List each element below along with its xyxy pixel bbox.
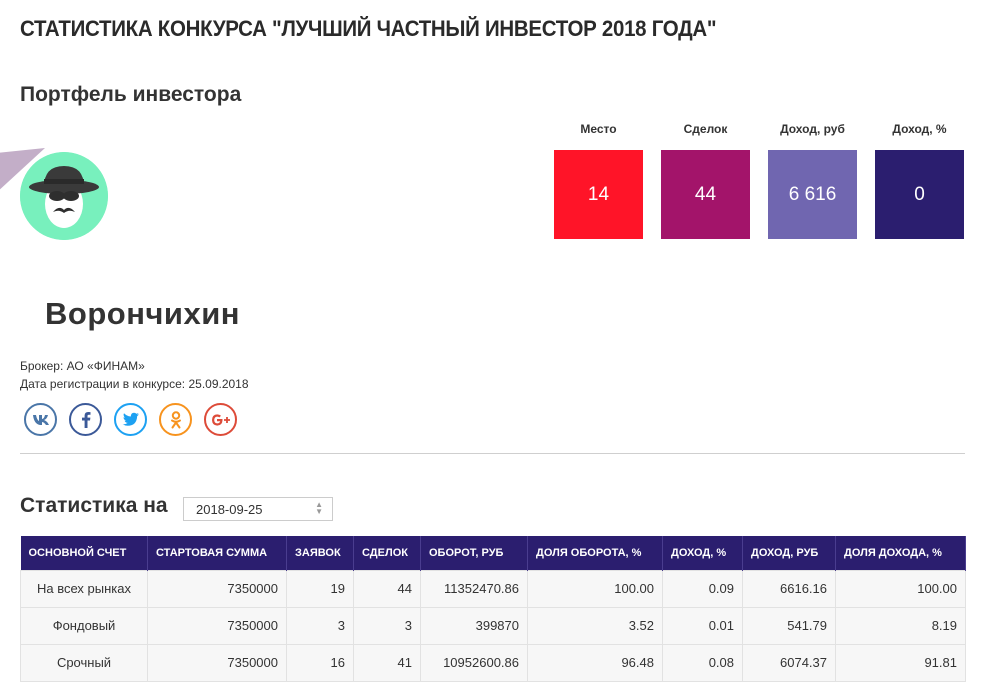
incognito-avatar-icon <box>20 152 108 240</box>
table-row: На всех рынках 7350000 19 44 11352470.86… <box>20 569 966 608</box>
summary-header-income-pct: Доход, % <box>892 122 947 136</box>
section-divider <box>20 453 965 454</box>
column-header: ДОХОД, РУБ <box>742 536 836 570</box>
twitter-icon <box>122 412 139 426</box>
summary-box-income-pct: 0 <box>875 150 964 239</box>
column-header: ЗАЯВОК <box>286 536 354 570</box>
table-cell: 11352470.86 <box>420 569 528 608</box>
table-cell: 0.01 <box>662 606 743 645</box>
table-header-row: ОСНОВНОЙ СЧЕТ СТАРТОВАЯ СУММА ЗАЯВОК СДЕ… <box>20 536 966 570</box>
table-row: Фондовый 7350000 3 3 399870 3.52 0.01 54… <box>20 606 966 645</box>
table-cell: 44 <box>353 569 421 608</box>
odnoklassniki-icon <box>170 410 181 428</box>
summary-box-income-rub: 6 616 <box>768 150 857 239</box>
summary-box-place: 14 <box>554 150 643 239</box>
avatar <box>20 152 108 240</box>
table-cell: 10952600.86 <box>420 643 528 682</box>
stats-table: ОСНОВНОЙ СЧЕТ СТАРТОВАЯ СУММА ЗАЯВОК СДЕ… <box>20 536 966 682</box>
column-header: ДОЛЯ ДОХОДА, % <box>835 536 966 570</box>
broker-value: АО «ФИНАМ» <box>66 359 145 373</box>
table-cell: 7350000 <box>147 569 287 608</box>
google-plus-share-button[interactable] <box>204 403 237 436</box>
column-header: ДОЛЯ ОБОРОТА, % <box>527 536 663 570</box>
table-cell: 541.79 <box>742 606 836 645</box>
stats-date-value: 2018-09-25 <box>196 501 263 517</box>
table-cell: 3.52 <box>527 606 663 645</box>
summary-header-place: Место <box>580 122 617 136</box>
table-cell: 7350000 <box>147 606 287 645</box>
table-cell: 6616.16 <box>742 569 836 608</box>
summary-header-deals: Сделок <box>683 122 728 136</box>
summary-headers: Место Сделок Доход, руб Доход, % <box>554 122 964 138</box>
table-cell: 100.00 <box>527 569 663 608</box>
table-cell: 19 <box>286 569 354 608</box>
investor-name: Ворончихин <box>45 296 240 331</box>
table-cell: 100.00 <box>835 569 966 608</box>
table-cell: 0.08 <box>662 643 743 682</box>
stats-date-label: Статистика на <box>20 494 168 517</box>
table-cell: 16 <box>286 643 354 682</box>
table-cell: 96.48 <box>527 643 663 682</box>
table-cell: 399870 <box>420 606 528 645</box>
vk-share-button[interactable] <box>24 403 57 436</box>
twitter-share-button[interactable] <box>114 403 147 436</box>
section-title: Портфель инвестора <box>20 83 242 106</box>
table-cell: 3 <box>353 606 421 645</box>
facebook-icon <box>81 412 90 428</box>
google-plus-icon <box>211 413 230 426</box>
vk-icon <box>32 414 49 425</box>
stepper-arrows-icon[interactable]: ▲ ▼ <box>315 501 323 516</box>
summary-header-income-rub: Доход, руб <box>780 122 845 136</box>
table-cell: На всех рынках <box>20 569 148 608</box>
table-cell: 7350000 <box>147 643 287 682</box>
odnoklassniki-share-button[interactable] <box>159 403 192 436</box>
table-cell: 3 <box>286 606 354 645</box>
table-cell: 8.19 <box>835 606 966 645</box>
table-cell: 91.81 <box>835 643 966 682</box>
table-cell: Срочный <box>20 643 148 682</box>
facebook-share-button[interactable] <box>69 403 102 436</box>
table-cell: 6074.37 <box>742 643 836 682</box>
table-cell: 0.09 <box>662 569 743 608</box>
summary-box-deals: 44 <box>661 150 750 239</box>
column-header: СТАРТОВАЯ СУММА <box>147 536 287 570</box>
page-title: СТАТИСТИКА КОНКУРСА "ЛУЧШИЙ ЧАСТНЫЙ ИНВЕ… <box>20 16 717 41</box>
column-header: ДОХОД, % <box>662 536 743 570</box>
table-cell: 41 <box>353 643 421 682</box>
column-header: ОБОРОТ, РУБ <box>420 536 528 570</box>
registration-label: Дата регистрации в конкурсе: <box>20 377 186 391</box>
registration-line: Дата регистрации в конкурсе: 25.09.2018 <box>20 377 249 391</box>
registration-date: 25.09.2018 <box>188 377 249 391</box>
stats-date-select[interactable]: 2018-09-25 ▲ ▼ <box>183 497 333 521</box>
column-header: ОСНОВНОЙ СЧЕТ <box>20 536 148 570</box>
table-cell: Фондовый <box>20 606 148 645</box>
table-row: Срочный 7350000 16 41 10952600.86 96.48 … <box>20 643 966 682</box>
broker-label: Брокер: <box>20 359 64 373</box>
broker-line: Брокер: АО «ФИНАМ» <box>20 359 145 373</box>
column-header: СДЕЛОК <box>353 536 421 570</box>
